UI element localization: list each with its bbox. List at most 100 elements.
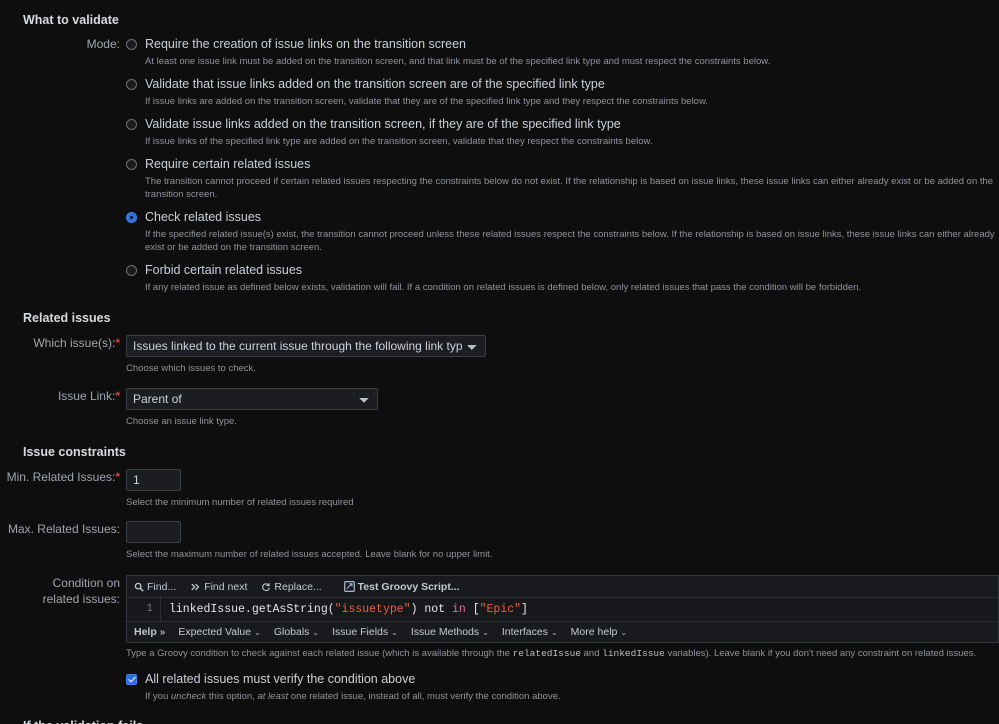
min-related-row: Min. Related Issues:* Select the minimum… — [0, 469, 999, 509]
mode-option-label: Require certain related issues — [145, 157, 311, 171]
issue-link-select[interactable]: Parent of — [126, 388, 378, 410]
mode-option-validate-added-links[interactable]: Validate that issue links added on the t… — [126, 76, 999, 108]
all-related-hint-em1: uncheck — [170, 691, 207, 702]
find-next-button[interactable]: Find next — [190, 581, 247, 593]
double-chevron-icon: » — [159, 626, 166, 638]
globals-label: Globals — [273, 626, 310, 638]
min-related-field: Select the minimum number of related iss… — [126, 469, 999, 509]
section-title-related-issues: Related issues — [23, 311, 111, 325]
replace-label: Replace... — [274, 580, 322, 593]
chevron-down-icon: ⌄ — [312, 627, 320, 637]
all-related-checkbox-row[interactable]: All related issues must verify the condi… — [126, 671, 999, 687]
section-what-to-validate: What to validate Mode: Require the creat… — [0, 0, 999, 302]
which-issues-label: Which issue(s):* — [0, 335, 126, 351]
find-next-label: Find next — [204, 580, 248, 593]
mode-option-hint: At least one issue link must be added on… — [145, 56, 771, 67]
find-label: Find... — [147, 580, 177, 593]
all-related-hint-part2: this option, — [206, 691, 258, 702]
issue-link-row: Issue Link:* Parent of Choose an issue l… — [0, 388, 999, 428]
issue-link-label-text: Issue Link: — [57, 389, 116, 403]
radio-require-creation[interactable] — [126, 39, 137, 50]
chevron-down-icon: ⌄ — [391, 627, 398, 637]
search-icon — [134, 582, 144, 592]
mode-option-forbid-certain[interactable]: Forbid certain related issues If any rel… — [126, 262, 999, 294]
groovy-script-editor[interactable]: Find... Find next Replace... Test Groovy… — [126, 575, 999, 643]
section-if-validation-fails: If the validation fails Error message:* … — [0, 703, 999, 724]
section-title-if-validation-fails: If the validation fails — [0, 719, 999, 724]
condition-field: Find... Find next Replace... Test Groovy… — [126, 575, 999, 703]
which-issues-label-text: Which issue(s): — [33, 336, 116, 350]
radio-validate-added-links[interactable] — [126, 79, 137, 90]
all-related-checkbox[interactable] — [126, 674, 137, 685]
issue-fields-label: Issue Fields — [332, 626, 389, 638]
condition-label: Condition on related issues: — [0, 575, 126, 607]
replace-icon — [261, 582, 271, 592]
condition-note-part2: and — [580, 648, 603, 659]
which-issues-sub: Choose which issues to check. — [126, 363, 256, 374]
mode-option-validate-if-specified-type[interactable]: Validate issue links added on the transi… — [126, 116, 999, 148]
help-menu[interactable]: Help » — [134, 626, 165, 638]
mode-option-hint: If issue links of the specified link typ… — [145, 136, 653, 147]
chevron-down-icon: ⌄ — [254, 627, 261, 637]
mode-option-label: Require the creation of issue links on t… — [145, 37, 467, 51]
condition-note-part1: Type a Groovy condition to check against… — [126, 648, 513, 659]
all-related-hint-part1: If you — [145, 691, 171, 702]
radio-require-certain[interactable] — [126, 159, 137, 170]
mode-option-check-related[interactable]: Check related issues If the specified re… — [126, 209, 999, 254]
mode-options-list: Require the creation of issue links on t… — [126, 36, 999, 302]
editor-toolbar: Find... Find next Replace... Test Groovy… — [127, 576, 998, 598]
all-related-hint-part3: one related issue, instead of all, must … — [288, 691, 561, 702]
code-area[interactable]: 1 linkedIssue.getAsString("issuetype") n… — [127, 598, 998, 621]
max-related-input[interactable] — [126, 521, 181, 543]
code-keyword-in: in — [451, 603, 466, 616]
find-button[interactable]: Find... — [134, 581, 176, 593]
section-issue-constraints: Issue constraints Min. Related Issues:* … — [0, 428, 999, 703]
replace-button[interactable]: Replace... — [261, 580, 322, 593]
which-issues-select[interactable]: Issues linked to the current issue throu… — [126, 335, 486, 357]
issue-methods-label: Issue Methods — [410, 626, 480, 638]
chevron-down-icon: ⌄ — [550, 627, 558, 637]
condition-note-code2: linkedIssue — [602, 648, 665, 659]
radio-check-related[interactable] — [126, 212, 137, 223]
mode-option-hint: The transition cannot proceed if certain… — [145, 176, 994, 200]
mode-option-label: Forbid certain related issues — [145, 263, 303, 277]
test-script-label: Test Groovy Script... — [357, 580, 460, 593]
help-label: Help — [134, 626, 157, 638]
radio-forbid-certain[interactable] — [126, 265, 137, 276]
mode-option-require-certain[interactable]: Require certain related issues The trans… — [126, 156, 999, 201]
issue-fields-menu[interactable]: Issue Fields ⌄ — [332, 626, 398, 638]
all-related-block: All related issues must verify the condi… — [126, 671, 999, 703]
code-part-3: [ — [465, 603, 480, 616]
globals-menu[interactable]: Globals ⌄ — [274, 626, 319, 638]
expected-value-menu[interactable]: Expected Value ⌄ — [178, 626, 260, 638]
chevron-down-icon: ⌄ — [482, 627, 489, 637]
min-related-input[interactable] — [126, 469, 181, 491]
validator-config-form: What to validate Mode: Require the creat… — [0, 0, 999, 724]
mode-option-require-creation[interactable]: Require the creation of issue links on t… — [126, 36, 999, 68]
all-related-label: All related issues must verify the condi… — [145, 672, 416, 686]
issue-methods-menu[interactable]: Issue Methods ⌄ — [411, 626, 489, 638]
code-string-issuetype: "issuetype" — [334, 603, 411, 616]
find-next-icon — [190, 582, 201, 592]
required-marker: * — [115, 336, 120, 350]
interfaces-menu[interactable]: Interfaces ⌄ — [502, 626, 558, 638]
test-groovy-script-button[interactable]: Test Groovy Script... — [343, 580, 460, 593]
mode-field-row: Mode: Require the creation of issue link… — [0, 36, 999, 302]
editor-help-bar: Help » Expected Value ⌄ Globals ⌄ Issue … — [127, 621, 998, 642]
interfaces-label: Interfaces — [501, 626, 548, 638]
max-related-row: Max. Related Issues: Select the maximum … — [0, 521, 999, 561]
more-help-label: More help — [570, 626, 618, 638]
issue-link-field: Parent of Choose an issue link type. — [126, 388, 999, 428]
section-related-issues: Related issues Which issue(s):* Issues l… — [0, 302, 999, 428]
line-number: 1 — [127, 598, 161, 621]
condition-row: Condition on related issues: Find... Fin… — [0, 575, 999, 703]
code-line-1[interactable]: linkedIssue.getAsString("issuetype") not… — [161, 598, 998, 621]
all-related-hint: If you uncheck this option, at least one… — [126, 690, 999, 703]
condition-note-code1: relatedIssue — [512, 648, 581, 659]
required-marker: * — [115, 389, 120, 403]
mode-option-label: Validate that issue links added on the t… — [145, 77, 605, 91]
min-related-sub: Select the minimum number of related iss… — [126, 497, 354, 508]
more-help-menu[interactable]: More help ⌄ — [571, 626, 627, 638]
radio-validate-if-specified-type[interactable] — [126, 119, 137, 130]
mode-option-hint: If the specified related issue(s) exist,… — [145, 229, 995, 253]
